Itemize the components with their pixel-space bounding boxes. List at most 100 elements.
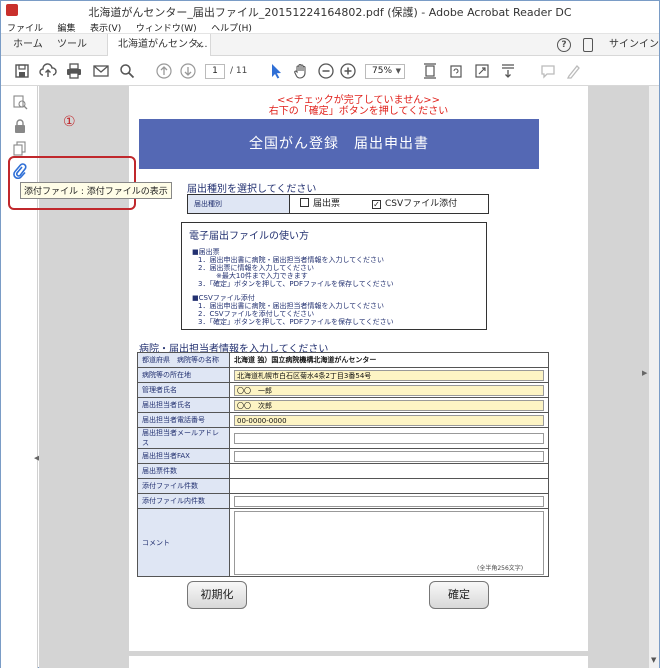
full-screen-icon[interactable]	[473, 62, 491, 80]
email-field[interactable]	[234, 432, 544, 444]
hospital-name-value: 北海道 独）国立病院機構北海道がんセンター	[229, 352, 549, 368]
usage-line: 3．「確定」ボタンを押して、PDFファイルを保存してください	[198, 280, 394, 288]
cloud-upload-icon[interactable]	[39, 62, 57, 80]
scroll-down-icon[interactable]: ▼	[651, 656, 656, 664]
checkbox-sheet[interactable]	[300, 198, 309, 207]
table-row: 届出担当者メールアドレス	[137, 427, 549, 449]
menu-help[interactable]: ヘルプ(H)	[205, 19, 257, 34]
attachment-items-field[interactable]	[234, 495, 544, 507]
tab-document[interactable]: 北海道がんセンタ... ×	[107, 34, 211, 57]
report-count-value	[229, 463, 549, 479]
page-number-input[interactable]: 1	[205, 64, 225, 79]
hand-tool-icon[interactable]	[292, 62, 310, 80]
main-toolbar: 1 / 11 75% ▼	[1, 56, 659, 86]
row-label: 届出担当者FAX	[137, 448, 230, 464]
row-label: 病院等の所在地	[137, 367, 230, 383]
menu-window[interactable]: ウィンドウ(W)	[130, 19, 202, 34]
row-label: 添付ファイル件数	[137, 478, 230, 494]
table-row: 届出担当者FAX	[137, 448, 549, 464]
vertical-scrollbar[interactable]	[649, 86, 659, 668]
select-cursor-icon[interactable]	[267, 62, 285, 80]
menu-bar: ファイル 編集 表示(V) ウィンドウ(W) ヘルプ(H)	[1, 19, 659, 34]
fax-field[interactable]	[234, 450, 544, 462]
chevron-down-icon: ▼	[395, 67, 401, 75]
table-row: 添付ファイル内件数	[137, 493, 549, 509]
table-row: 添付ファイル件数	[137, 478, 549, 494]
tab-home[interactable]: ホーム	[13, 34, 43, 56]
menu-view[interactable]: 表示(V)	[84, 19, 126, 34]
search-icon[interactable]	[118, 62, 136, 80]
manager-name-field[interactable]: 〇〇 一郎	[234, 384, 544, 396]
attachment-items-cell	[229, 493, 549, 509]
table-row: 届出票件数	[137, 463, 549, 479]
acrobat-window: 北海道がんセンター_届出ファイル_20151224164802.pdf (保護)…	[0, 0, 660, 668]
contact-name-field[interactable]: 〇〇 次郎	[234, 399, 544, 411]
next-page-icon[interactable]	[179, 62, 197, 80]
lock-icon[interactable]	[12, 118, 28, 134]
usage-instructions-box: 電子届出ファイルの使い方 ■届出票 1．届出申出書に病院・届出担当者情報を入力し…	[181, 222, 487, 330]
zoom-level-select[interactable]: 75% ▼	[365, 64, 405, 79]
tab-tools[interactable]: ツール	[57, 34, 87, 56]
usage-line: 3．「確定」ボタンを押して、PDFファイルを保存してください	[198, 318, 394, 326]
print-icon[interactable]	[65, 62, 83, 80]
option-csv[interactable]: ✓ CSVファイル添付	[372, 198, 457, 210]
table-row: 届出担当者電話番号 00-0000-0000	[137, 412, 549, 428]
table-row: 届出担当者氏名 〇〇 次郎	[137, 397, 549, 413]
table-row: 管理者氏名 〇〇 一郎	[137, 382, 549, 398]
attachment-tooltip: 添付ファイル : 添付ファイルの表示	[20, 182, 172, 199]
checkbox-csv[interactable]: ✓	[372, 200, 381, 209]
window-title: 北海道がんセンター_届出ファイル_20151224164802.pdf (保護)…	[88, 6, 572, 19]
usage-title: 電子届出ファイルの使い方	[189, 231, 309, 242]
zoom-in-icon[interactable]	[339, 62, 357, 80]
rotate-page-icon[interactable]	[447, 62, 465, 80]
close-tab-icon[interactable]: ×	[195, 34, 204, 56]
zoom-level-value: 75%	[372, 66, 393, 76]
row-label: 届出担当者メールアドレス	[137, 427, 230, 449]
comment-icon[interactable]	[539, 62, 557, 80]
menu-edit[interactable]: 編集	[52, 19, 81, 34]
highlight-pen-icon[interactable]	[565, 62, 583, 80]
table-row: 病院等の所在地 北海道札幌市白石区菊水4条2丁目3番54号	[137, 367, 549, 383]
row-label: 管理者氏名	[137, 382, 230, 398]
option-csv-label: CSVファイル添付	[385, 199, 458, 209]
zoom-out-icon[interactable]	[317, 62, 335, 80]
mobile-link-icon[interactable]	[583, 38, 593, 52]
collapse-right-pane-icon[interactable]: ▶	[642, 369, 647, 377]
attachment-count-value	[229, 478, 549, 494]
row-label: 届出担当者電話番号	[137, 412, 230, 428]
layers-icon[interactable]	[12, 140, 28, 156]
help-icon[interactable]: ?	[557, 38, 571, 52]
reset-button[interactable]: 初期化	[187, 581, 247, 609]
comment-label: コメント	[137, 508, 230, 577]
row-label: 都道府県 病院等の名称	[137, 352, 230, 368]
row-label: 届出票件数	[137, 463, 230, 479]
scroll-mode-icon[interactable]	[499, 62, 517, 80]
page-thumbnail-icon[interactable]	[12, 94, 28, 110]
comment-limit-note: (全半角256文字)	[477, 565, 524, 572]
pdf-page: <<チェックが完了していません>> 右下の「確定」ボタンを押してください 全国が…	[129, 86, 588, 668]
previous-page-icon[interactable]	[155, 62, 173, 80]
option-sheet-label: 届出票	[313, 199, 341, 209]
email-icon[interactable]	[92, 62, 110, 80]
warning-line-2: 右下の「確定」ボタンを押してください	[268, 106, 449, 117]
title-bar: 北海道がんセンター_届出ファイル_20151224164802.pdf (保護)…	[1, 1, 659, 19]
hospital-info-table: 都道府県 病院等の名称 北海道 独）国立病院機構北海道がんセンター 病院等の所在…	[137, 352, 549, 577]
contact-name-cell: 〇〇 次郎	[229, 397, 549, 413]
option-sheet[interactable]: 届出票	[300, 198, 340, 210]
manager-name-cell: 〇〇 一郎	[229, 382, 549, 398]
phone-field[interactable]: 00-0000-0000	[234, 414, 544, 426]
page-total: / 11	[230, 66, 248, 76]
address-cell: 北海道札幌市白石区菊水4条2丁目3番54号	[229, 367, 549, 383]
type-label: 届出種別	[188, 195, 290, 213]
email-cell	[229, 427, 549, 449]
row-label: 届出担当者氏名	[137, 397, 230, 413]
save-icon[interactable]	[13, 62, 31, 80]
annotation-number: ①	[63, 114, 76, 130]
form-title-banner: 全国がん登録 届出申出書	[139, 119, 539, 169]
type-section-title: 届出種別を選択してください	[187, 184, 317, 195]
menu-file[interactable]: ファイル	[1, 19, 48, 34]
fit-page-icon[interactable]	[421, 62, 439, 80]
address-field[interactable]: 北海道札幌市白石区菊水4条2丁目3番54号	[234, 369, 544, 381]
signin-link[interactable]: サインイン	[609, 34, 659, 56]
confirm-button[interactable]: 確定	[429, 581, 489, 609]
